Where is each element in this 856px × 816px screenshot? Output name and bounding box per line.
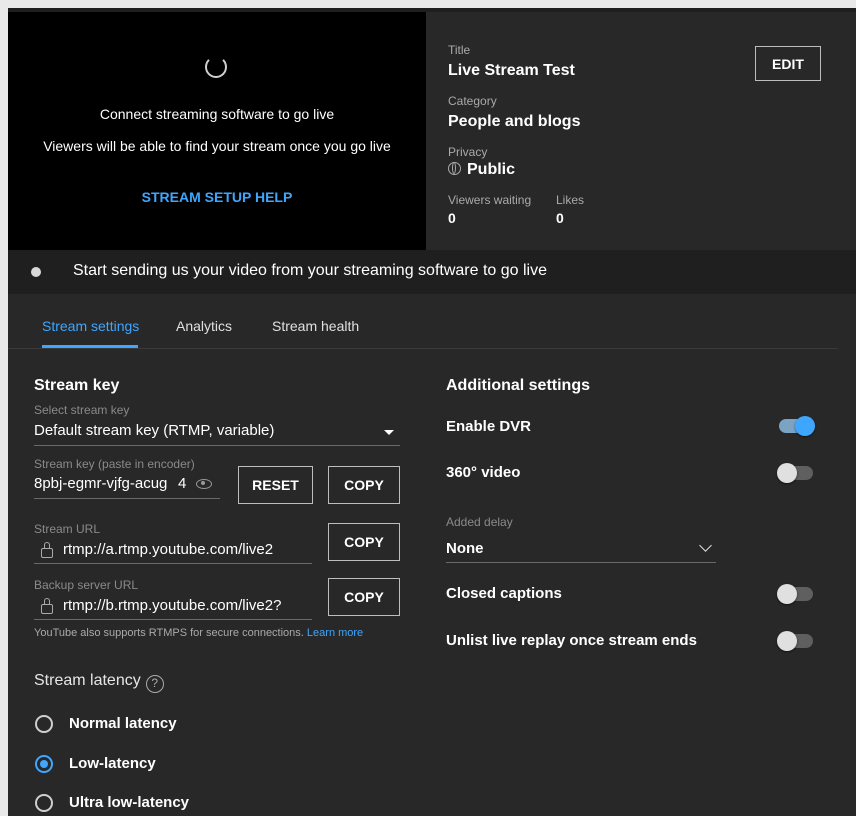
backup-url-label: Backup server URL xyxy=(34,578,139,592)
stream-title: Live Stream Test xyxy=(448,62,575,79)
radio-normal-latency[interactable] xyxy=(35,715,53,733)
stream-url-field[interactable]: rtmp://a.rtmp.youtube.com/live2 xyxy=(63,541,308,558)
help-icon[interactable]: ? xyxy=(145,675,164,693)
globe-icon xyxy=(448,162,461,175)
backup-underline xyxy=(34,619,312,620)
stream-key-field[interactable]: 8pbj-egmr-vjfg-acug xyxy=(34,475,172,492)
settings-panel: Stream settings Analytics Stream health … xyxy=(8,294,856,816)
low-latency-label: Low-latency xyxy=(69,755,156,772)
toggle-knob xyxy=(777,463,797,483)
loading-spinner-icon xyxy=(205,56,227,78)
toggle-knob xyxy=(795,416,815,436)
likes-label: Likes xyxy=(556,193,585,207)
video-360-toggle[interactable] xyxy=(777,463,813,483)
delay-underline xyxy=(446,562,716,563)
toggle-knob xyxy=(777,631,797,651)
radio-low-latency[interactable] xyxy=(35,755,53,773)
edit-button[interactable]: EDIT xyxy=(755,46,821,81)
ultra-low-latency-label: Ultra low-latency xyxy=(69,794,190,811)
copy-url-button[interactable]: COPY xyxy=(328,523,400,561)
copy-backup-button[interactable]: COPY xyxy=(328,578,400,616)
stream-key-suffix: 4 xyxy=(178,475,187,492)
video-360-label: 360° video xyxy=(446,464,521,481)
select-stream-key-label: Select stream key xyxy=(34,403,130,417)
viewers-waiting-value: 0 xyxy=(448,210,456,226)
key-underline xyxy=(34,498,220,499)
tab-stream-settings[interactable]: Stream settings xyxy=(42,318,139,334)
added-delay-select[interactable]: None xyxy=(446,540,484,557)
viewers-waiting-label: Viewers waiting xyxy=(448,193,532,207)
stream-latency-title: Stream latency xyxy=(34,672,141,689)
closed-captions-toggle[interactable] xyxy=(777,584,813,604)
category-value: People and blogs xyxy=(448,113,581,130)
live-control-room: Connect streaming software to go live Vi… xyxy=(8,8,856,816)
stream-preview: Connect streaming software to go live Vi… xyxy=(8,12,426,250)
closed-captions-label: Closed captions xyxy=(446,585,562,602)
enable-dvr-label: Enable DVR xyxy=(446,418,532,435)
privacy-label: Privacy xyxy=(448,145,488,159)
status-message: Start sending us your video from your st… xyxy=(73,262,547,279)
normal-latency-label: Normal latency xyxy=(69,715,177,732)
url-underline xyxy=(34,563,312,564)
stream-key-heading: Stream key xyxy=(34,377,120,394)
eye-visibility-icon[interactable] xyxy=(196,479,212,489)
unlist-replay-label: Unlist live replay once stream ends xyxy=(446,632,697,649)
privacy-value: Public xyxy=(448,161,515,179)
category-label: Category xyxy=(448,94,497,108)
dropdown-arrow-icon[interactable] xyxy=(384,430,394,435)
tab-analytics[interactable]: Analytics xyxy=(176,318,232,334)
likes-value: 0 xyxy=(556,210,564,226)
stream-status-bar: Start sending us your video from your st… xyxy=(8,250,856,294)
tab-stream-health[interactable]: Stream health xyxy=(272,318,359,334)
status-dot-icon xyxy=(31,267,41,277)
privacy-text: Public xyxy=(467,161,516,178)
stream-key-select[interactable]: Default stream key (RTMP, variable) xyxy=(34,422,364,439)
stream-url-label: Stream URL xyxy=(34,522,101,536)
dvr-toggle[interactable] xyxy=(779,416,815,436)
unlist-replay-toggle[interactable] xyxy=(777,631,813,651)
stream-key-label: Stream key (paste in encoder) xyxy=(34,457,195,471)
additional-settings-heading: Additional settings xyxy=(446,377,590,394)
added-delay-label: Added delay xyxy=(446,515,513,529)
connect-software-text: Connect streaming software to go live xyxy=(99,106,335,122)
stream-latency-heading: Stream latency? xyxy=(34,672,164,693)
title-label: Title xyxy=(448,43,471,57)
lock-icon xyxy=(41,542,53,558)
toggle-knob xyxy=(777,584,797,604)
stream-details: Title Live Stream Test EDIT Category Peo… xyxy=(426,12,856,250)
stream-setup-help-link[interactable]: STREAM SETUP HELP xyxy=(8,189,426,205)
tab-divider xyxy=(8,348,838,349)
copy-key-button[interactable]: COPY xyxy=(328,466,400,504)
viewers-info-text: Viewers will be able to find your stream… xyxy=(43,138,391,154)
lock-icon xyxy=(41,598,53,614)
radio-ultra-low-latency[interactable] xyxy=(35,794,53,812)
select-underline xyxy=(34,445,400,446)
backup-url-field[interactable]: rtmp://b.rtmp.youtube.com/live2? xyxy=(63,597,308,614)
rtmps-note-text: YouTube also supports RTMPS for secure c… xyxy=(34,627,304,639)
reset-button[interactable]: RESET xyxy=(238,466,313,504)
rtmps-note: YouTube also supports RTMPS for secure c… xyxy=(34,627,363,639)
learn-more-link[interactable]: Learn more xyxy=(307,627,363,639)
chevron-down-icon[interactable] xyxy=(699,539,712,552)
